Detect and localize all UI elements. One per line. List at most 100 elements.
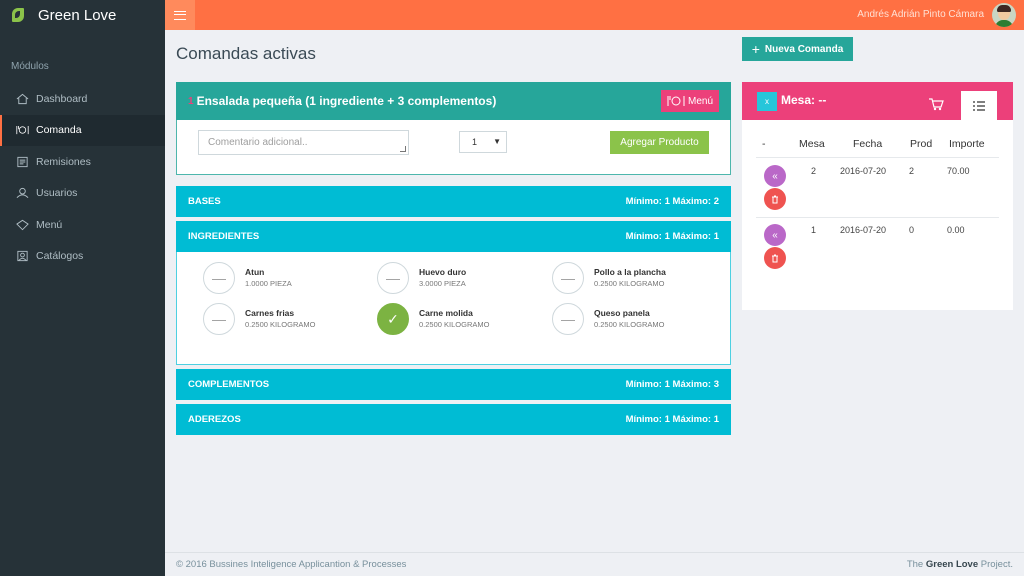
ingredient-huevo-duro[interactable]: — Huevo duro 3.0000 PIEZA	[377, 262, 537, 296]
row-prod: 2	[909, 166, 915, 176]
cart-icon[interactable]	[928, 97, 944, 111]
section-ingredientes[interactable]: INGREDIENTES Mínimo: 1 Máximo: 1	[176, 221, 731, 252]
open-order-button[interactable]: «	[764, 165, 786, 187]
quantity-select[interactable]: 1 ▼	[459, 131, 507, 153]
section-limits: Mínimo: 1 Máximo: 1	[625, 231, 719, 242]
ingredient-qty: 1.0000 PIEZA	[245, 279, 292, 288]
mesa-value: --	[818, 93, 827, 107]
menu-button-label: Menú	[687, 95, 713, 107]
list-icon[interactable]	[961, 91, 997, 120]
ingredient-atun[interactable]: — Atun 1.0000 PIEZA	[203, 262, 363, 296]
footer-copyright: © 2016 Bussines Inteligence Applicantion…	[176, 559, 407, 570]
trash-icon	[772, 254, 778, 262]
section-name: INGREDIENTES	[188, 231, 260, 242]
catalog-icon	[15, 250, 29, 262]
tag-icon	[15, 219, 29, 231]
ingredient-name: Huevo duro	[419, 267, 467, 277]
user-name[interactable]: Andrés Adrián Pinto Cámara	[857, 9, 984, 20]
user-icon	[15, 187, 29, 199]
delete-order-button[interactable]	[764, 188, 786, 210]
minus-icon[interactable]: —	[377, 262, 409, 294]
sidebar-item-label: Comanda	[36, 124, 82, 137]
new-order-button[interactable]: + Nueva Comanda	[742, 37, 853, 61]
plus-icon: +	[751, 41, 760, 57]
ingredient-name: Carne molida	[419, 308, 473, 318]
mesa-indicator: Mesa: --	[781, 93, 826, 107]
section-limits: Mínimo: 1 Máximo: 1	[625, 414, 719, 425]
ingredient-carne-molida[interactable]: ✓ Carne molida 0.2500 KILOGRAMO	[377, 303, 537, 337]
sidebar-item-menu[interactable]: Menú	[0, 209, 165, 241]
column-header: Importe	[949, 138, 985, 150]
delete-order-button[interactable]	[764, 247, 786, 269]
column-header: Mesa	[799, 138, 825, 150]
section-limits: Mínimo: 1 Máximo: 3	[625, 379, 719, 390]
brand-name: Green Love	[38, 6, 117, 24]
section-bases[interactable]: BASES Mínimo: 1 Máximo: 2	[176, 186, 731, 217]
minus-icon[interactable]: —	[203, 303, 235, 335]
column-header: -	[762, 138, 766, 150]
section-complementos[interactable]: COMPLEMENTOS Mínimo: 1 Máximo: 3	[176, 369, 731, 400]
sidebar-nav: Dashboard Comanda Remisiones Usuarios Me…	[0, 83, 165, 272]
leaf-logo-icon	[12, 8, 24, 22]
ingredient-name: Atun	[245, 267, 265, 277]
sidebar-item-remisiones[interactable]: Remisiones	[0, 146, 165, 178]
section-limits: Mínimo: 1 Máximo: 2	[625, 196, 719, 207]
quantity-value: 1	[472, 137, 478, 147]
row-mesa: 2	[811, 166, 817, 176]
menu-button[interactable]: Menú	[660, 90, 719, 112]
trash-icon	[772, 195, 778, 203]
ingredient-name: Pollo a la plancha	[594, 267, 666, 277]
sidebar-item-catalogos[interactable]: Catálogos	[0, 241, 165, 273]
minus-icon[interactable]: —	[552, 303, 584, 335]
ingredient-name: Queso panela	[594, 308, 650, 318]
check-icon[interactable]: ✓	[377, 303, 409, 335]
document-icon	[15, 156, 29, 168]
section-aderezos[interactable]: ADEREZOS Mínimo: 1 Máximo: 1	[176, 404, 731, 435]
page-title: Comandas activas	[176, 44, 316, 63]
new-order-label: Nueva Comanda	[764, 43, 844, 55]
sidebar-item-comanda[interactable]: Comanda	[0, 114, 165, 146]
ingredient-queso-panela[interactable]: — Queso panela 0.2500 KILOGRAMO	[552, 303, 712, 337]
ingredient-qty: 0.2500 KILOGRAMO	[245, 320, 316, 329]
topbar: Andrés Adrián Pinto Cámara	[165, 0, 1024, 30]
ingredient-carnes-frias[interactable]: — Carnes frias 0.2500 KILOGRAMO	[203, 303, 363, 337]
ingredient-qty: 0.2500 KILOGRAMO	[419, 320, 490, 329]
footer-credit-prefix: The	[906, 559, 924, 570]
ingredient-name: Carnes frias	[245, 308, 295, 318]
ingredients-list: — Atun 1.0000 PIEZA — Huevo duro 3.0000 …	[176, 252, 731, 365]
minus-icon[interactable]: —	[203, 262, 235, 294]
row-prod: 0	[909, 225, 915, 235]
ingredient-pollo[interactable]: — Pollo a la plancha 0.2500 KILOGRAMO	[552, 262, 712, 296]
footer-credit: The Green Love Project.	[907, 559, 1013, 570]
row-importe: 70.00	[947, 166, 970, 176]
row-importe: 0.00	[947, 225, 965, 235]
open-order-button[interactable]: «	[764, 224, 786, 246]
dinner-icon	[15, 124, 29, 136]
ingredient-qty: 3.0000 PIEZA	[419, 279, 466, 288]
close-button[interactable]: x	[757, 92, 777, 111]
add-product-button[interactable]: Agregar Producto	[610, 131, 709, 154]
sidebar-item-label: Remisiones	[36, 155, 91, 168]
row-fecha: 2016-07-20	[840, 225, 887, 235]
modules-label: Módulos	[11, 61, 49, 72]
hamburger-menu-icon[interactable]	[165, 0, 195, 30]
product-title: Ensalada pequeña (1 ingrediente + 3 comp…	[196, 94, 497, 108]
sidebar-item-dashboard[interactable]: Dashboard	[0, 83, 165, 115]
footer: © 2016 Bussines Inteligence Applicantion…	[165, 552, 1024, 576]
sidebar-item-label: Dashboard	[36, 92, 88, 105]
comment-input[interactable]: Comentario adicional..	[198, 130, 409, 155]
ingredient-qty: 0.2500 KILOGRAMO	[594, 279, 665, 288]
minus-icon[interactable]: —	[552, 262, 584, 294]
ingredient-qty: 0.2500 KILOGRAMO	[594, 320, 665, 329]
column-header: Prod	[910, 138, 933, 150]
sidebar-item-usuarios[interactable]: Usuarios	[0, 178, 165, 210]
footer-credit-suffix: Project.	[980, 559, 1013, 570]
sidebar: Green Love Módulos Dashboard Comanda Rem…	[0, 0, 165, 576]
mesa-label: Mesa:	[781, 93, 816, 107]
avatar[interactable]	[992, 3, 1016, 27]
brand[interactable]: Green Love	[0, 0, 165, 30]
sidebar-item-label: Menú	[36, 218, 63, 231]
product-form: Comentario adicional.. 1 ▼ Agregar Produ…	[176, 120, 731, 175]
footer-credit-brand: Green Love	[925, 559, 979, 570]
row-fecha: 2016-07-20	[840, 166, 887, 176]
